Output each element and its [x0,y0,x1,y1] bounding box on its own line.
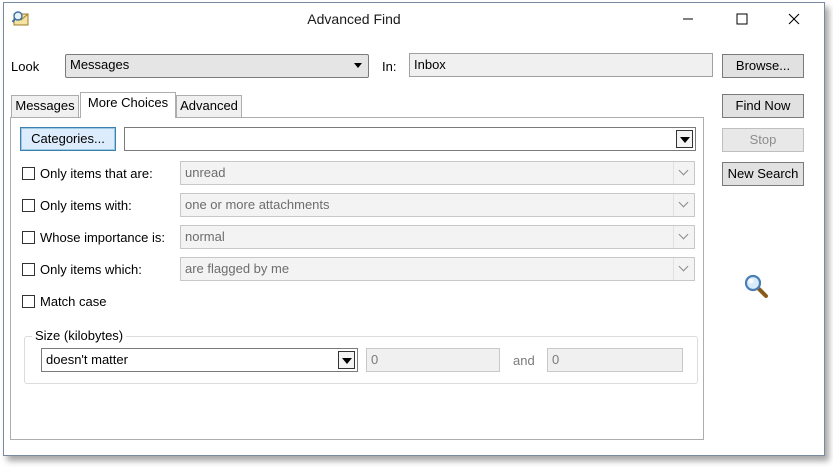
tab-advanced[interactable]: Advanced [176,95,242,117]
size-to-value: 0 [552,352,560,367]
categories-field[interactable] [124,127,696,151]
tab-more-choices[interactable]: More Choices [80,92,176,118]
only-items-which-checkbox[interactable] [22,263,35,276]
whose-importance-checkbox[interactable] [22,231,35,244]
only-items-that-are-select[interactable]: unread [180,161,695,185]
only-items-which-value: are flagged by me [185,261,290,276]
only-items-that-are-checkbox[interactable] [22,167,35,180]
maximize-button[interactable] [719,3,765,35]
match-case-label: Match case [40,294,107,309]
whose-importance-label: Whose importance is: [40,230,165,245]
chevron-down-icon [676,130,693,148]
whose-importance-select[interactable]: normal [180,225,695,249]
magnifier-icon [743,273,769,299]
only-items-which-select[interactable]: are flagged by me [180,257,695,281]
chevron-down-icon [673,226,694,248]
size-and-label: and [513,353,535,368]
advanced-find-window: Advanced Find Look Messages In: Inbox Br… [3,2,825,456]
new-search-button[interactable]: New Search [722,162,804,186]
only-items-with-select[interactable]: one or more attachments [180,193,695,217]
size-condition-value: doesn't matter [46,352,128,367]
categories-button[interactable]: Categories... [20,127,116,151]
in-folder-field: Inbox [409,53,713,77]
size-from-value: 0 [371,352,379,367]
look-label: Look [11,59,40,74]
size-to-field[interactable]: 0 [547,348,683,372]
close-icon [788,13,800,25]
only-items-with-label: Only items with: [40,198,132,213]
minimize-button[interactable] [665,3,711,35]
whose-importance-value: normal [185,229,225,244]
close-button[interactable] [771,3,817,35]
chevron-down-icon [673,258,694,280]
look-select[interactable]: Messages [65,54,369,78]
minimize-icon [683,18,693,20]
only-items-with-value: one or more attachments [185,197,330,212]
chevron-down-icon [673,194,694,216]
match-case-checkbox[interactable] [22,295,35,308]
only-items-that-are-label: Only items that are: [40,166,153,181]
window-title: Advanced Find [307,11,401,27]
in-label: In: [382,59,397,74]
size-group: Size (kilobytes) doesn't matter 0 and 0 [24,328,698,384]
chevron-down-icon [338,351,355,369]
size-condition-select[interactable]: doesn't matter [41,348,358,372]
only-items-that-are-value: unread [185,165,226,180]
tab-messages[interactable]: Messages [11,95,79,117]
look-select-value: Messages [70,57,130,72]
find-now-button[interactable]: Find Now [722,94,804,118]
title-bar: Advanced Find [4,3,824,35]
chevron-down-icon [354,63,362,68]
more-choices-panel: Categories... Only items that are: unrea… [10,117,704,440]
size-from-field[interactable]: 0 [366,348,500,372]
size-group-title: Size (kilobytes) [32,328,127,343]
only-items-with-checkbox[interactable] [22,199,35,212]
stop-button[interactable]: Stop [722,128,804,152]
only-items-which-label: Only items which: [40,262,142,277]
browse-button[interactable]: Browse... [722,54,804,78]
chevron-down-icon [673,162,694,184]
maximize-icon [736,13,748,25]
in-folder-value: Inbox [414,57,446,72]
